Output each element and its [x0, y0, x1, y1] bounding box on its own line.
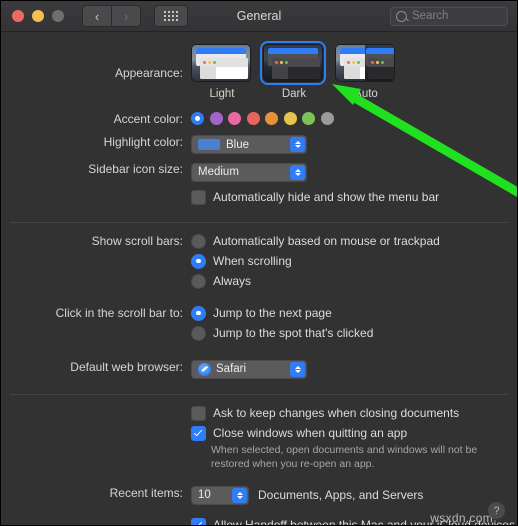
preferences-content: Appearance: Light Dark Auto Accent color… — [1, 32, 517, 525]
scroll-bars-radio-always[interactable] — [191, 273, 206, 289]
scroll-bars-label-auto: Automatically based on mouse or trackpad — [213, 234, 440, 248]
default-browser-row: Default web browser: Safari — [1, 359, 517, 381]
appearance-option-light[interactable]: Light — [191, 44, 253, 100]
appearance-options: Light Dark Auto — [191, 41, 517, 100]
close-windows-checkbox[interactable] — [191, 425, 206, 441]
ask-keep-changes-checkbox[interactable] — [191, 405, 206, 421]
scroll-bar-click-label-next-page: Jump to the next page — [213, 306, 332, 320]
zoom-button[interactable] — [52, 10, 64, 22]
default-browser-value: Safari — [216, 363, 247, 375]
highlight-color-chip — [198, 139, 220, 150]
search-icon — [396, 10, 407, 22]
accent-swatch-blue[interactable] — [191, 112, 204, 125]
accent-swatch-red[interactable] — [246, 112, 260, 125]
show-all-preferences-button[interactable] — [154, 5, 188, 27]
handoff-checkbox[interactable] — [191, 517, 206, 525]
scroll-bar-click-label-spot: Jump to the spot that's clicked — [213, 326, 374, 340]
scroll-bar-click-radio-spot[interactable] — [191, 325, 206, 341]
documents-row: Ask to keep changes when closing documen… — [1, 405, 517, 471]
nav-buttons: ‹ › — [82, 5, 141, 27]
scroll-bar-click-label: Click in the scroll bar to: — [55, 305, 183, 320]
appearance-row: Appearance: Light Dark Auto — [1, 32, 517, 100]
highlight-color-row: Highlight color: Blue — [1, 135, 517, 155]
safari-icon — [198, 362, 211, 376]
highlight-color-label: Highlight color: — [103, 135, 183, 149]
close-windows-option[interactable]: Close windows when quitting an app — [191, 425, 517, 441]
scroll-bars-option-always[interactable]: Always — [191, 273, 517, 289]
accent-swatch-graphite[interactable] — [320, 112, 334, 125]
chevron-updown-icon[interactable] — [290, 137, 305, 152]
sidebar-icon-size-value: Medium — [198, 166, 239, 178]
divider — [10, 221, 508, 223]
minimize-button[interactable] — [32, 10, 44, 22]
recent-items-value: 10 — [198, 489, 211, 502]
light-thumbnail — [191, 44, 251, 82]
scroll-bars-label: Show scroll bars: — [91, 233, 183, 248]
accent-color-row: Accent color: — [1, 112, 517, 126]
scroll-bars-row: Show scroll bars: Automatically based on… — [1, 233, 517, 294]
sidebar-icon-size-popup[interactable]: Medium — [191, 162, 307, 182]
appearance-option-dark[interactable]: Dark — [260, 41, 326, 100]
chevron-updown-icon[interactable] — [290, 361, 305, 377]
scroll-bars-option-auto[interactable]: Automatically based on mouse or trackpad — [191, 233, 517, 249]
scroll-bar-click-radio-next-page[interactable] — [191, 305, 206, 321]
back-button[interactable]: ‹ — [82, 5, 111, 27]
scroll-bar-click-option-next-page[interactable]: Jump to the next page — [191, 305, 517, 321]
scroll-bar-click-option-spot[interactable]: Jump to the spot that's clicked — [191, 325, 517, 341]
recent-items-popup[interactable]: 10 — [191, 485, 249, 505]
scroll-bars-option-when-scrolling[interactable]: When scrolling — [191, 253, 517, 269]
appearance-label-light: Light — [209, 88, 235, 100]
appearance-label-dark: Dark — [281, 88, 307, 100]
accent-swatch-yellow[interactable] — [283, 112, 297, 125]
close-windows-label: Close windows when quitting an app — [213, 426, 408, 440]
scroll-bars-label-when-scrolling: When scrolling — [213, 254, 292, 268]
sidebar-icon-size-label: Sidebar icon size: — [88, 162, 183, 176]
scroll-bars-radio-when-scrolling[interactable] — [191, 253, 206, 269]
accent-swatch-purple[interactable] — [209, 112, 223, 125]
ask-keep-changes-option[interactable]: Ask to keep changes when closing documen… — [191, 405, 517, 421]
recent-items-trailing-label: Documents, Apps, and Servers — [258, 488, 424, 503]
traffic-lights — [12, 10, 64, 22]
accent-swatch-orange[interactable] — [265, 112, 278, 125]
accent-swatch-green[interactable] — [302, 112, 315, 125]
search-placeholder: Search — [412, 10, 449, 22]
recent-items-row: Recent items: 10 Documents, Apps, and Se… — [1, 485, 517, 505]
appearance-option-auto[interactable]: Auto — [335, 44, 397, 100]
scroll-bars-label-always: Always — [213, 274, 252, 288]
window-titlebar: ‹ › General Search — [1, 1, 517, 32]
appearance-label: Appearance: — [114, 66, 183, 80]
menu-bar-label: Automatically hide and show the menu bar — [213, 190, 440, 204]
close-windows-hint: When selected, open documents and window… — [211, 443, 478, 470]
ask-keep-changes-label: Ask to keep changes when closing documen… — [213, 406, 460, 420]
watermark: wsxdn.com — [430, 511, 493, 525]
chevron-updown-icon[interactable] — [290, 164, 305, 180]
menu-bar-option[interactable]: Automatically hide and show the menu bar — [191, 189, 517, 205]
search-field[interactable]: Search — [390, 6, 508, 26]
chevron-updown-icon[interactable] — [232, 487, 247, 503]
accent-color-label: Accent color: — [113, 112, 183, 126]
menu-bar-row: Automatically hide and show the menu bar — [1, 189, 517, 210]
auto-thumbnail — [335, 44, 395, 82]
highlight-color-popup[interactable]: Blue — [191, 135, 307, 154]
menu-bar-checkbox[interactable] — [191, 189, 206, 205]
help-button[interactable]: ? — [488, 502, 505, 519]
appearance-label-auto: Auto — [354, 88, 378, 100]
dark-thumbnail — [260, 41, 326, 85]
forward-button[interactable]: › — [111, 5, 141, 27]
grid-icon — [164, 11, 178, 21]
default-browser-popup[interactable]: Safari — [191, 359, 307, 379]
recent-items-label: Recent items: — [109, 485, 183, 500]
system-preferences-window: ‹ › General Search Appearance: Light Dar… — [0, 0, 518, 526]
scroll-bar-click-row: Click in the scroll bar to: Jump to the … — [1, 305, 517, 346]
close-button[interactable] — [12, 10, 24, 22]
default-browser-label: Default web browser: — [70, 359, 183, 374]
accent-color-swatches — [191, 112, 517, 125]
divider — [10, 393, 508, 395]
highlight-color-value: Blue — [226, 138, 250, 151]
sidebar-icon-size-row: Sidebar icon size: Medium — [1, 162, 517, 182]
accent-swatch-pink[interactable] — [228, 112, 241, 125]
scroll-bars-radio-auto[interactable] — [191, 233, 206, 249]
